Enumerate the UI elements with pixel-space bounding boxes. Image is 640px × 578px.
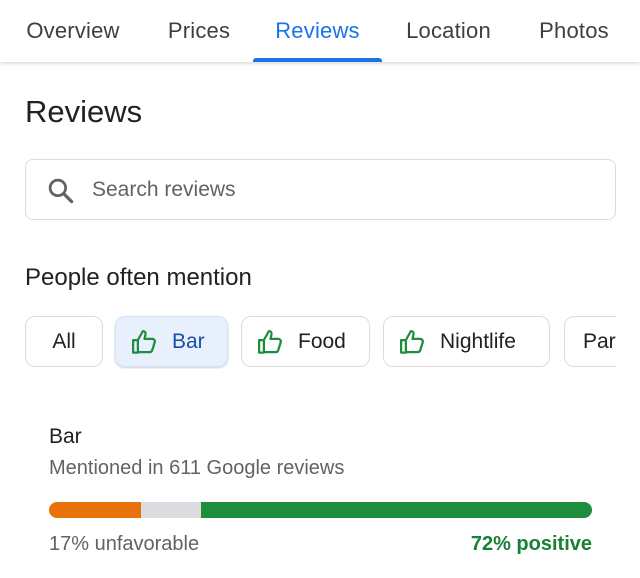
active-tab-indicator (253, 58, 382, 62)
neutral-segment (141, 502, 202, 518)
chip-bar[interactable]: Bar (115, 316, 228, 367)
chip-partial[interactable]: Par (564, 316, 616, 367)
unfavorable-segment (49, 502, 142, 518)
positive-segment (201, 502, 592, 518)
search-icon (48, 178, 74, 204)
search-input[interactable] (92, 172, 592, 208)
chip-label: Par (583, 329, 616, 353)
thumbs-up-icon (132, 329, 156, 354)
chip-all[interactable]: All (25, 316, 103, 367)
tab-label: Reviews (275, 18, 360, 43)
positive-label: 72% positive (470, 533, 592, 555)
tab-label: Photos (539, 18, 609, 43)
tab-photos[interactable]: Photos (535, 0, 613, 62)
mention-count: Mentioned in 611 Google reviews (49, 457, 345, 479)
chip-label: Nightlife (440, 329, 516, 353)
tab-prices[interactable]: Prices (165, 0, 233, 62)
tab-bar: Overview Prices Reviews Location Photos (0, 0, 640, 62)
tab-location[interactable]: Location (401, 0, 496, 62)
unfavorable-label: 17% unfavorable (49, 533, 200, 555)
search-box[interactable] (25, 159, 616, 220)
page-title: Reviews (25, 94, 143, 129)
tab-label: Location (406, 18, 491, 43)
tab-overview[interactable]: Overview (20, 0, 126, 62)
mention-chips: All Bar Food Nightlife Par (25, 315, 616, 369)
chip-label: Food (298, 329, 346, 353)
tab-label: Prices (167, 18, 231, 43)
thumbs-up-icon (258, 329, 282, 354)
chip-nightlife[interactable]: Nightlife (383, 316, 550, 367)
chip-label: Bar (172, 329, 205, 353)
mentions-heading: People often mention (25, 264, 252, 291)
tab-label: Overview (26, 18, 120, 43)
mention-name: Bar (49, 425, 82, 448)
tab-reviews[interactable]: Reviews (253, 0, 382, 62)
chip-food[interactable]: Food (241, 316, 370, 367)
chip-label: All (52, 329, 76, 353)
sentiment-bar (49, 502, 592, 518)
thumbs-up-icon (400, 329, 424, 354)
